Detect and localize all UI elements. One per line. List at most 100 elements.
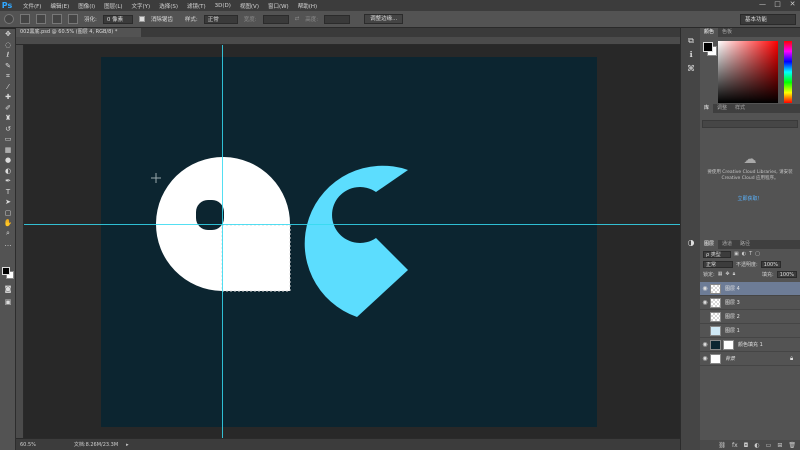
width-input[interactable] — [262, 14, 289, 24]
layer-row[interactable]: 图层 1 — [700, 324, 800, 338]
elliptical-marquee-preset-icon[interactable] — [4, 14, 14, 24]
status-arrow-icon[interactable]: ▸ — [126, 442, 129, 448]
swap-icon[interactable]: ⇄ — [295, 16, 300, 22]
lasso-tool-icon[interactable]: ℓ — [0, 50, 16, 61]
minimize-button[interactable]: — — [759, 1, 766, 8]
layer-row[interactable]: 图层 2 — [700, 310, 800, 324]
subtract-selection-icon[interactable] — [52, 14, 62, 24]
shape-tool-icon[interactable]: ▢ — [0, 208, 16, 219]
layer-row[interactable]: ◉ 图层 4 — [700, 282, 800, 296]
document-tab[interactable]: 002黑底.psd @ 60.5% (图层 4, RGB/8) * — [16, 28, 141, 37]
layer-row[interactable]: ◉ 颜色填充 1 — [700, 338, 800, 352]
style-select[interactable]: 正常 — [203, 14, 238, 24]
menu-edit[interactable]: 编辑(E) — [50, 2, 69, 10]
maximize-button[interactable]: □ — [774, 1, 781, 8]
tab-color[interactable]: 颜色 — [700, 28, 719, 37]
color-chips[interactable] — [2, 267, 14, 279]
tab-libraries[interactable]: 库 — [700, 104, 714, 113]
add-selection-icon[interactable] — [36, 14, 46, 24]
dodge-tool-icon[interactable]: ◐ — [0, 166, 16, 177]
type-tool-icon[interactable]: T — [0, 187, 16, 198]
tab-paths[interactable]: 路径 — [736, 240, 754, 249]
pen-tool-icon[interactable]: ✒ — [0, 176, 16, 187]
vertical-guide[interactable] — [222, 45, 223, 438]
filter-type-icon[interactable]: T — [749, 251, 752, 257]
eye-icon[interactable]: ◉ — [700, 355, 710, 362]
filter-pixel-icon[interactable]: ▣ — [734, 251, 739, 257]
history-brush-tool-icon[interactable]: ↺ — [0, 124, 16, 135]
vertical-ruler[interactable] — [16, 45, 24, 438]
properties-panel-icon[interactable]: ℹ — [681, 48, 701, 62]
color-panel-foreground-chip[interactable] — [703, 42, 713, 52]
tab-swatches[interactable]: 色板 — [718, 28, 736, 37]
character-panel-icon[interactable]: ⌘ — [681, 62, 701, 76]
horizontal-ruler[interactable] — [16, 37, 680, 45]
eraser-tool-icon[interactable]: ▭ — [0, 134, 16, 145]
document-canvas[interactable] — [101, 57, 597, 427]
menu-view[interactable]: 视图(V) — [240, 2, 259, 10]
eyedropper-tool-icon[interactable]: ⁄ — [0, 82, 16, 93]
delete-layer-icon[interactable]: 🗑︎ — [788, 442, 796, 449]
menu-help[interactable]: 帮助(H) — [298, 2, 317, 10]
menu-filter[interactable]: 滤镜(T) — [187, 2, 206, 10]
foreground-color-chip[interactable] — [2, 267, 10, 275]
marquee-tool-icon[interactable]: ◌ — [0, 40, 16, 51]
feather-input[interactable]: 0 像素 — [102, 14, 133, 24]
fx-icon[interactable]: fx — [732, 442, 738, 449]
tab-layers[interactable]: 图层 — [700, 240, 719, 249]
menu-file[interactable]: 文件(F) — [23, 2, 41, 10]
crop-tool-icon[interactable]: ⌗ — [0, 71, 16, 82]
hue-slider[interactable] — [784, 41, 792, 103]
horizontal-guide[interactable] — [24, 224, 680, 225]
filter-shape-icon[interactable]: ▢ — [755, 251, 760, 257]
menu-image[interactable]: 图像(I) — [78, 2, 95, 10]
eye-icon[interactable]: ◉ — [700, 285, 710, 292]
tab-styles[interactable]: 样式 — [731, 104, 749, 113]
quick-select-tool-icon[interactable]: ✎ — [0, 61, 16, 72]
zoom-tool-icon[interactable]: ⌕ — [0, 229, 16, 240]
history-panel-icon[interactable]: ⧉ — [681, 34, 701, 48]
new-group-icon[interactable]: ▭ — [766, 442, 772, 449]
screen-mode-icon[interactable]: ▣ — [0, 297, 16, 308]
gradient-tool-icon[interactable]: ▦ — [0, 145, 16, 156]
lock-pixels-icon[interactable]: ▦ — [718, 271, 723, 277]
height-input[interactable] — [324, 14, 351, 24]
menu-3d[interactable]: 3D(D) — [215, 3, 231, 9]
kind-filter-select[interactable]: ρ 类型 — [703, 250, 731, 258]
close-button[interactable]: ✕ — [789, 1, 796, 8]
menu-select[interactable]: 选择(S) — [159, 2, 178, 10]
zoom-level[interactable]: 60.5% — [20, 442, 36, 448]
quick-mask-icon[interactable]: ◙ — [0, 284, 16, 295]
menu-type[interactable]: 文字(Y) — [132, 2, 151, 10]
opacity-input[interactable]: 100% — [760, 260, 781, 268]
filter-adjust-icon[interactable]: ◐ — [742, 251, 746, 257]
menu-window[interactable]: 窗口(W) — [268, 2, 289, 10]
move-tool-icon[interactable]: ✥ — [0, 29, 16, 40]
add-mask-icon[interactable]: ◘ — [744, 442, 749, 449]
tab-adjustments[interactable]: 调整 — [713, 104, 731, 113]
hand-tool-icon[interactable]: ✋ — [0, 218, 16, 229]
lock-position-icon[interactable]: ✥ — [725, 271, 729, 277]
menu-layer[interactable]: 图层(L) — [104, 2, 122, 10]
link-layers-icon[interactable]: ⛓ — [718, 442, 726, 449]
workspace-select[interactable]: 基本功能 — [740, 14, 796, 25]
eye-icon[interactable]: ◉ — [700, 341, 710, 348]
layer-row[interactable]: ◉ 背景 🔒︎ — [700, 352, 800, 366]
fill-input[interactable]: 100% — [776, 270, 797, 278]
tab-channels[interactable]: 通道 — [718, 240, 736, 249]
get-now-link[interactable]: 立即获取！ — [700, 195, 800, 202]
healing-brush-tool-icon[interactable]: ✚ — [0, 92, 16, 103]
blur-tool-icon[interactable]: ● — [0, 155, 16, 166]
adjustments-panel-icon[interactable]: ◑ — [681, 236, 701, 250]
blend-mode-select[interactable]: 正常 — [703, 260, 733, 268]
layer-row[interactable]: ◉ 图层 3 — [700, 296, 800, 310]
brush-tool-icon[interactable]: ✐ — [0, 103, 16, 114]
color-picker-field[interactable] — [718, 41, 778, 103]
new-layer-icon[interactable]: ⊞ — [777, 442, 782, 449]
saturation-brightness-field[interactable] — [718, 41, 778, 103]
lock-all-icon[interactable]: 🔒︎ — [733, 271, 736, 277]
more-tools-icon[interactable]: … — [0, 239, 16, 250]
path-select-tool-icon[interactable]: ➤ — [0, 197, 16, 208]
eye-icon[interactable]: ◉ — [700, 299, 710, 306]
new-selection-icon[interactable] — [20, 14, 30, 24]
